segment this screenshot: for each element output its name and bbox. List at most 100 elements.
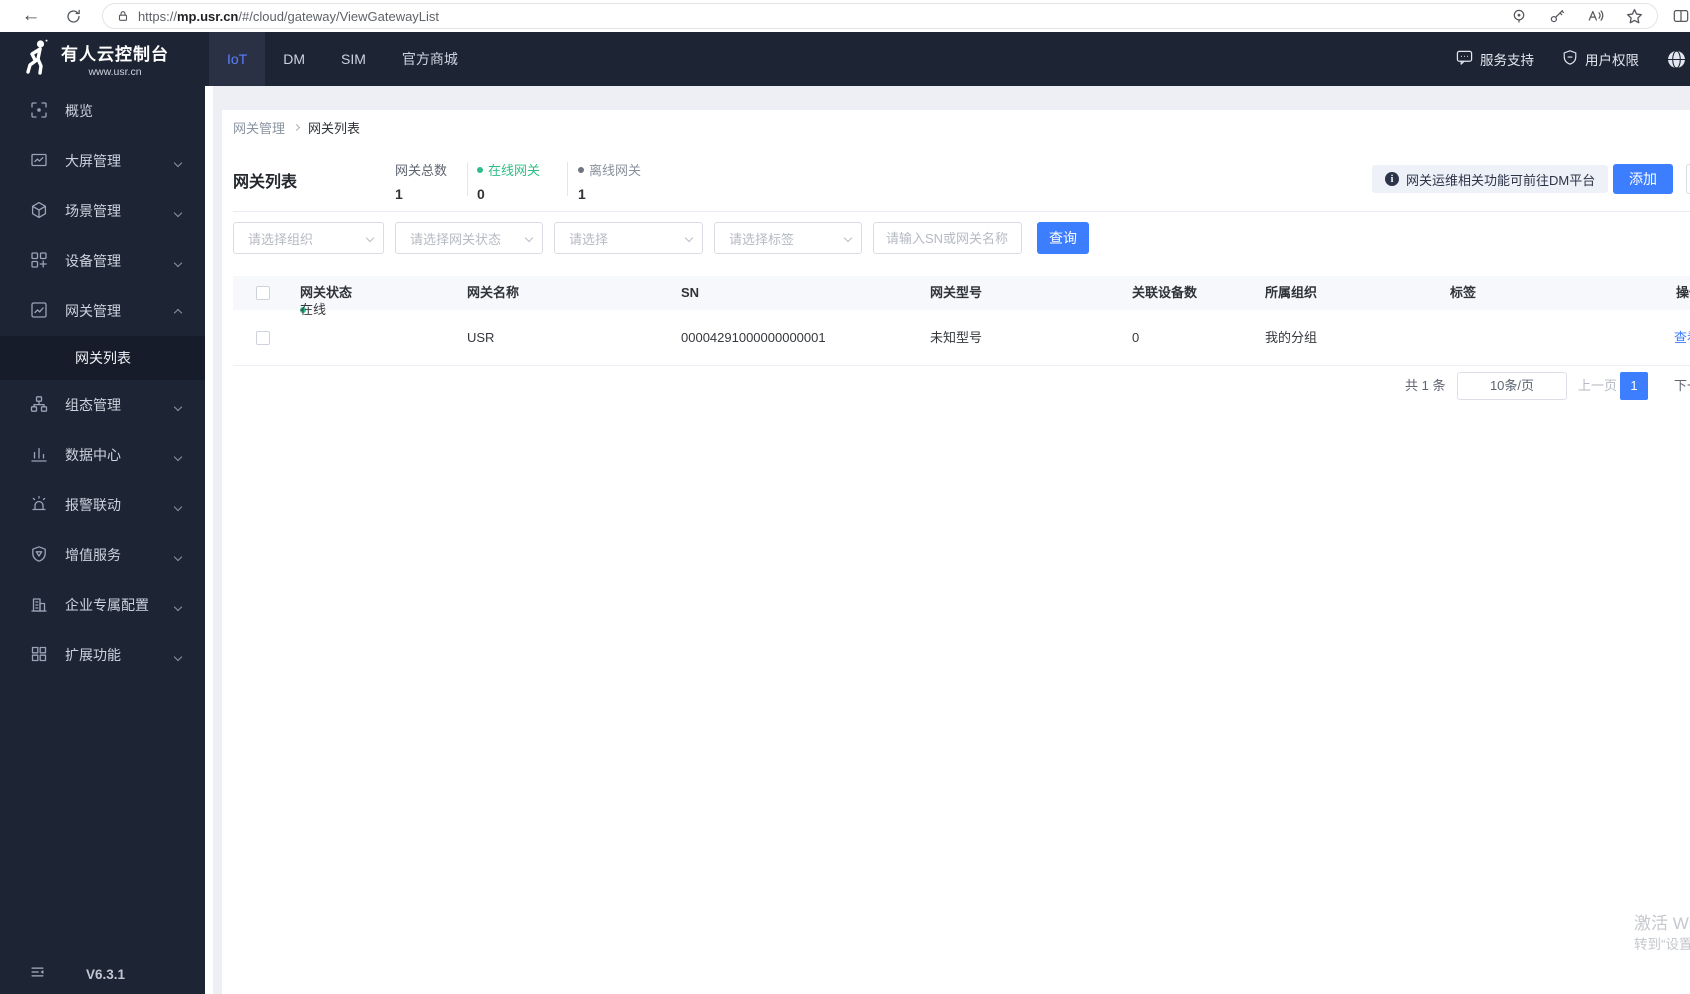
- browser-back-icon[interactable]: ←: [18, 5, 44, 27]
- sidebar-label: 概览: [65, 103, 93, 119]
- sn-search-input[interactable]: [873, 222, 1022, 254]
- logo-subtitle: www.usr.cn: [88, 66, 142, 78]
- col-gateway-name: 网关名称: [467, 285, 520, 300]
- url-text[interactable]: https://mp.usr.cn/#/cloud/gateway/ViewGa…: [138, 9, 439, 24]
- version-label: V6.3.1: [86, 967, 126, 982]
- page-size-select[interactable]: 10条/页: [1457, 372, 1567, 400]
- sidebar-item-device-management[interactable]: 设备管理: [0, 236, 205, 286]
- sidebar-item-gateway-list[interactable]: 网关列表: [0, 336, 205, 380]
- breadcrumb: 网关管理 网关列表: [233, 118, 360, 137]
- org-select[interactable]: 请选择组织: [233, 222, 384, 254]
- location-icon[interactable]: [1511, 8, 1527, 24]
- next-page-button[interactable]: 下一页: [1674, 372, 1690, 400]
- row-checkbox[interactable]: [256, 331, 270, 345]
- generic-select[interactable]: 请选择: [554, 222, 703, 254]
- grid-squares-icon: [30, 645, 48, 666]
- sidebar-label: 数据中心: [65, 447, 121, 463]
- row-organization: 我的分组: [1265, 330, 1318, 345]
- stat-value: 1: [578, 186, 586, 202]
- device-grid-icon: [30, 251, 48, 272]
- sidebar-item-configuration-management[interactable]: 组态管理: [0, 380, 205, 430]
- sidebar-item-enterprise-config[interactable]: 企业专属配置: [0, 580, 205, 630]
- service-support-button[interactable]: 服务支持: [1456, 49, 1534, 69]
- sidebar-item-screen-management[interactable]: 大屏管理: [0, 136, 205, 186]
- offline-dot-icon: [578, 166, 584, 173]
- gateway-status-select[interactable]: 请选择网关状态: [395, 222, 543, 254]
- row-name: USR: [467, 330, 495, 345]
- user-permission-button[interactable]: 用户权限: [1562, 49, 1639, 69]
- stat-offline-gateways: 离线网关 1: [578, 160, 641, 202]
- sidebar-item-scene-management[interactable]: 场景管理: [0, 186, 205, 236]
- sidebar-label: 场景管理: [65, 203, 121, 219]
- collapse-sidebar-icon[interactable]: [30, 965, 45, 984]
- windows-activation-watermark-line1: 激活 Windows: [1634, 914, 1690, 933]
- table-row: 在线 USR 00004291000000000001 未知型号 0 我的分组 …: [233, 302, 1690, 366]
- col-organization: 所属组织: [1265, 285, 1318, 300]
- tab-iot[interactable]: IoT: [209, 32, 266, 86]
- stat-value: 0: [477, 186, 485, 202]
- online-dot-icon: [477, 166, 483, 173]
- chevron-down-icon: [365, 233, 375, 243]
- row-model: 未知型号: [930, 330, 983, 345]
- sidebar-sub-label: 网关列表: [75, 350, 131, 366]
- browser-address-bar[interactable]: https://mp.usr.cn/#/cloud/gateway/ViewGa…: [101, 3, 1658, 29]
- add-gateway-button[interactable]: 添加: [1613, 164, 1673, 194]
- pagination-total: 共 1 条: [1405, 378, 1446, 393]
- sidebar-label: 企业专属配置: [65, 597, 149, 613]
- prev-page-button[interactable]: 上一页: [1578, 372, 1617, 400]
- tab-sim[interactable]: SIM: [323, 32, 384, 86]
- clipped-edge-button[interactable]: [1686, 164, 1690, 194]
- sidebar-label: 报警联动: [65, 497, 121, 513]
- sidebar-item-gateway-management[interactable]: 网关管理: [0, 286, 205, 336]
- favorites-star-icon[interactable]: [1626, 8, 1643, 25]
- badge-shield-icon: [30, 545, 48, 566]
- app-logo[interactable]: 有人云控制台 www.usr.cn: [0, 32, 205, 86]
- row-device-count: 0: [1132, 330, 1140, 345]
- sidebar-item-extended-functions[interactable]: 扩展功能: [0, 630, 205, 680]
- browser-refresh-icon[interactable]: [62, 8, 86, 25]
- tab-official-mall[interactable]: 官方商城: [384, 32, 476, 86]
- top-navbar: 有人云控制台 www.usr.cn IoT DM SIM 官方商城 服务支持 用…: [0, 32, 1690, 86]
- url-domain: mp.usr.cn: [176, 8, 239, 24]
- page-number-1[interactable]: 1: [1620, 372, 1648, 400]
- usr-person-logo-icon: [22, 39, 52, 80]
- platform-tabs: IoT DM SIM 官方商城: [209, 32, 476, 86]
- search-button[interactable]: 查询: [1037, 222, 1089, 254]
- user-permission-label: 用户权限: [1585, 53, 1639, 68]
- content-gutter: [205, 86, 213, 994]
- breadcrumb-parent[interactable]: 网关管理: [233, 118, 285, 137]
- bar-chart-icon: [30, 445, 48, 466]
- page-title: 网关列表: [233, 174, 298, 191]
- chevron-down-icon: [843, 233, 853, 243]
- sidebar-label: 网关管理: [65, 303, 121, 319]
- sidebar-item-data-center[interactable]: 数据中心: [0, 430, 205, 480]
- gateway-list-card: 网关管理 网关列表 网关列表 网关总数 1 在线网关 0 离线网关 1 i 网关…: [222, 110, 1690, 994]
- split-screen-icon[interactable]: [1672, 8, 1690, 24]
- service-support-label: 服务支持: [1480, 53, 1534, 68]
- shield-icon: [1562, 49, 1578, 69]
- sidebar-item-overview[interactable]: 概览: [0, 86, 205, 136]
- read-aloud-icon[interactable]: [1587, 8, 1604, 24]
- sidebar-item-value-added-services[interactable]: 增值服务: [0, 530, 205, 580]
- stat-label: 在线网关: [488, 163, 541, 178]
- stat-value: 1: [395, 186, 403, 202]
- stat-online-gateways: 在线网关 0: [477, 160, 540, 202]
- overview-scan-icon: [30, 101, 48, 122]
- lock-icon[interactable]: [116, 9, 130, 23]
- select-all-checkbox[interactable]: [256, 286, 270, 300]
- tag-select[interactable]: 请选择标签: [714, 222, 862, 254]
- breadcrumb-separator-icon: [292, 123, 301, 132]
- row-view-link[interactable]: 查看: [1674, 310, 1690, 366]
- language-globe-icon[interactable]: [1667, 50, 1686, 69]
- main-content: 网关管理 网关列表 网关列表 网关总数 1 在线网关 0 离线网关 1 i 网关…: [205, 86, 1690, 994]
- sidebar-label: 增值服务: [65, 547, 121, 563]
- section-divider: [233, 211, 1690, 212]
- sidebar-label: 扩展功能: [65, 647, 121, 663]
- scene-cube-icon: [30, 201, 48, 222]
- sidebar-item-alarm-linkage[interactable]: 报警联动: [0, 480, 205, 530]
- breadcrumb-current: 网关列表: [308, 121, 361, 136]
- url-protocol: https://: [137, 8, 177, 24]
- tab-dm[interactable]: DM: [265, 32, 323, 86]
- sidebar-label: 大屏管理: [65, 153, 121, 169]
- password-key-icon[interactable]: [1549, 8, 1565, 24]
